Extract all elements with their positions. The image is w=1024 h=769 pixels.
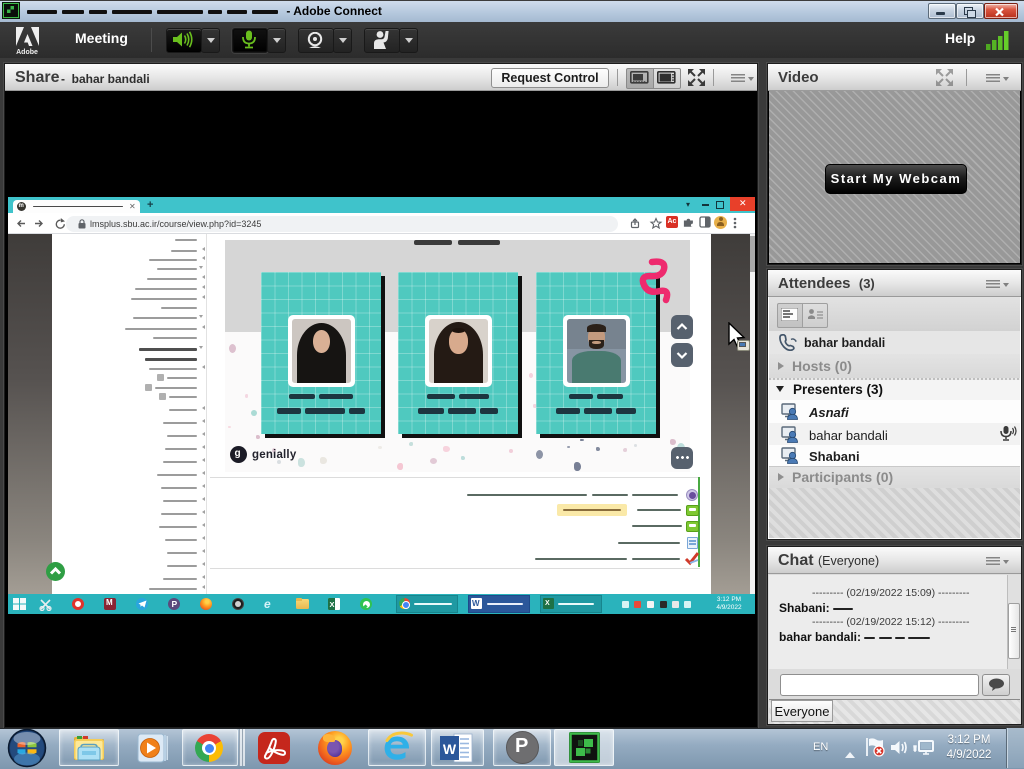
- svg-text:W: W: [443, 741, 457, 757]
- svg-text:Adobe: Adobe: [16, 49, 38, 55]
